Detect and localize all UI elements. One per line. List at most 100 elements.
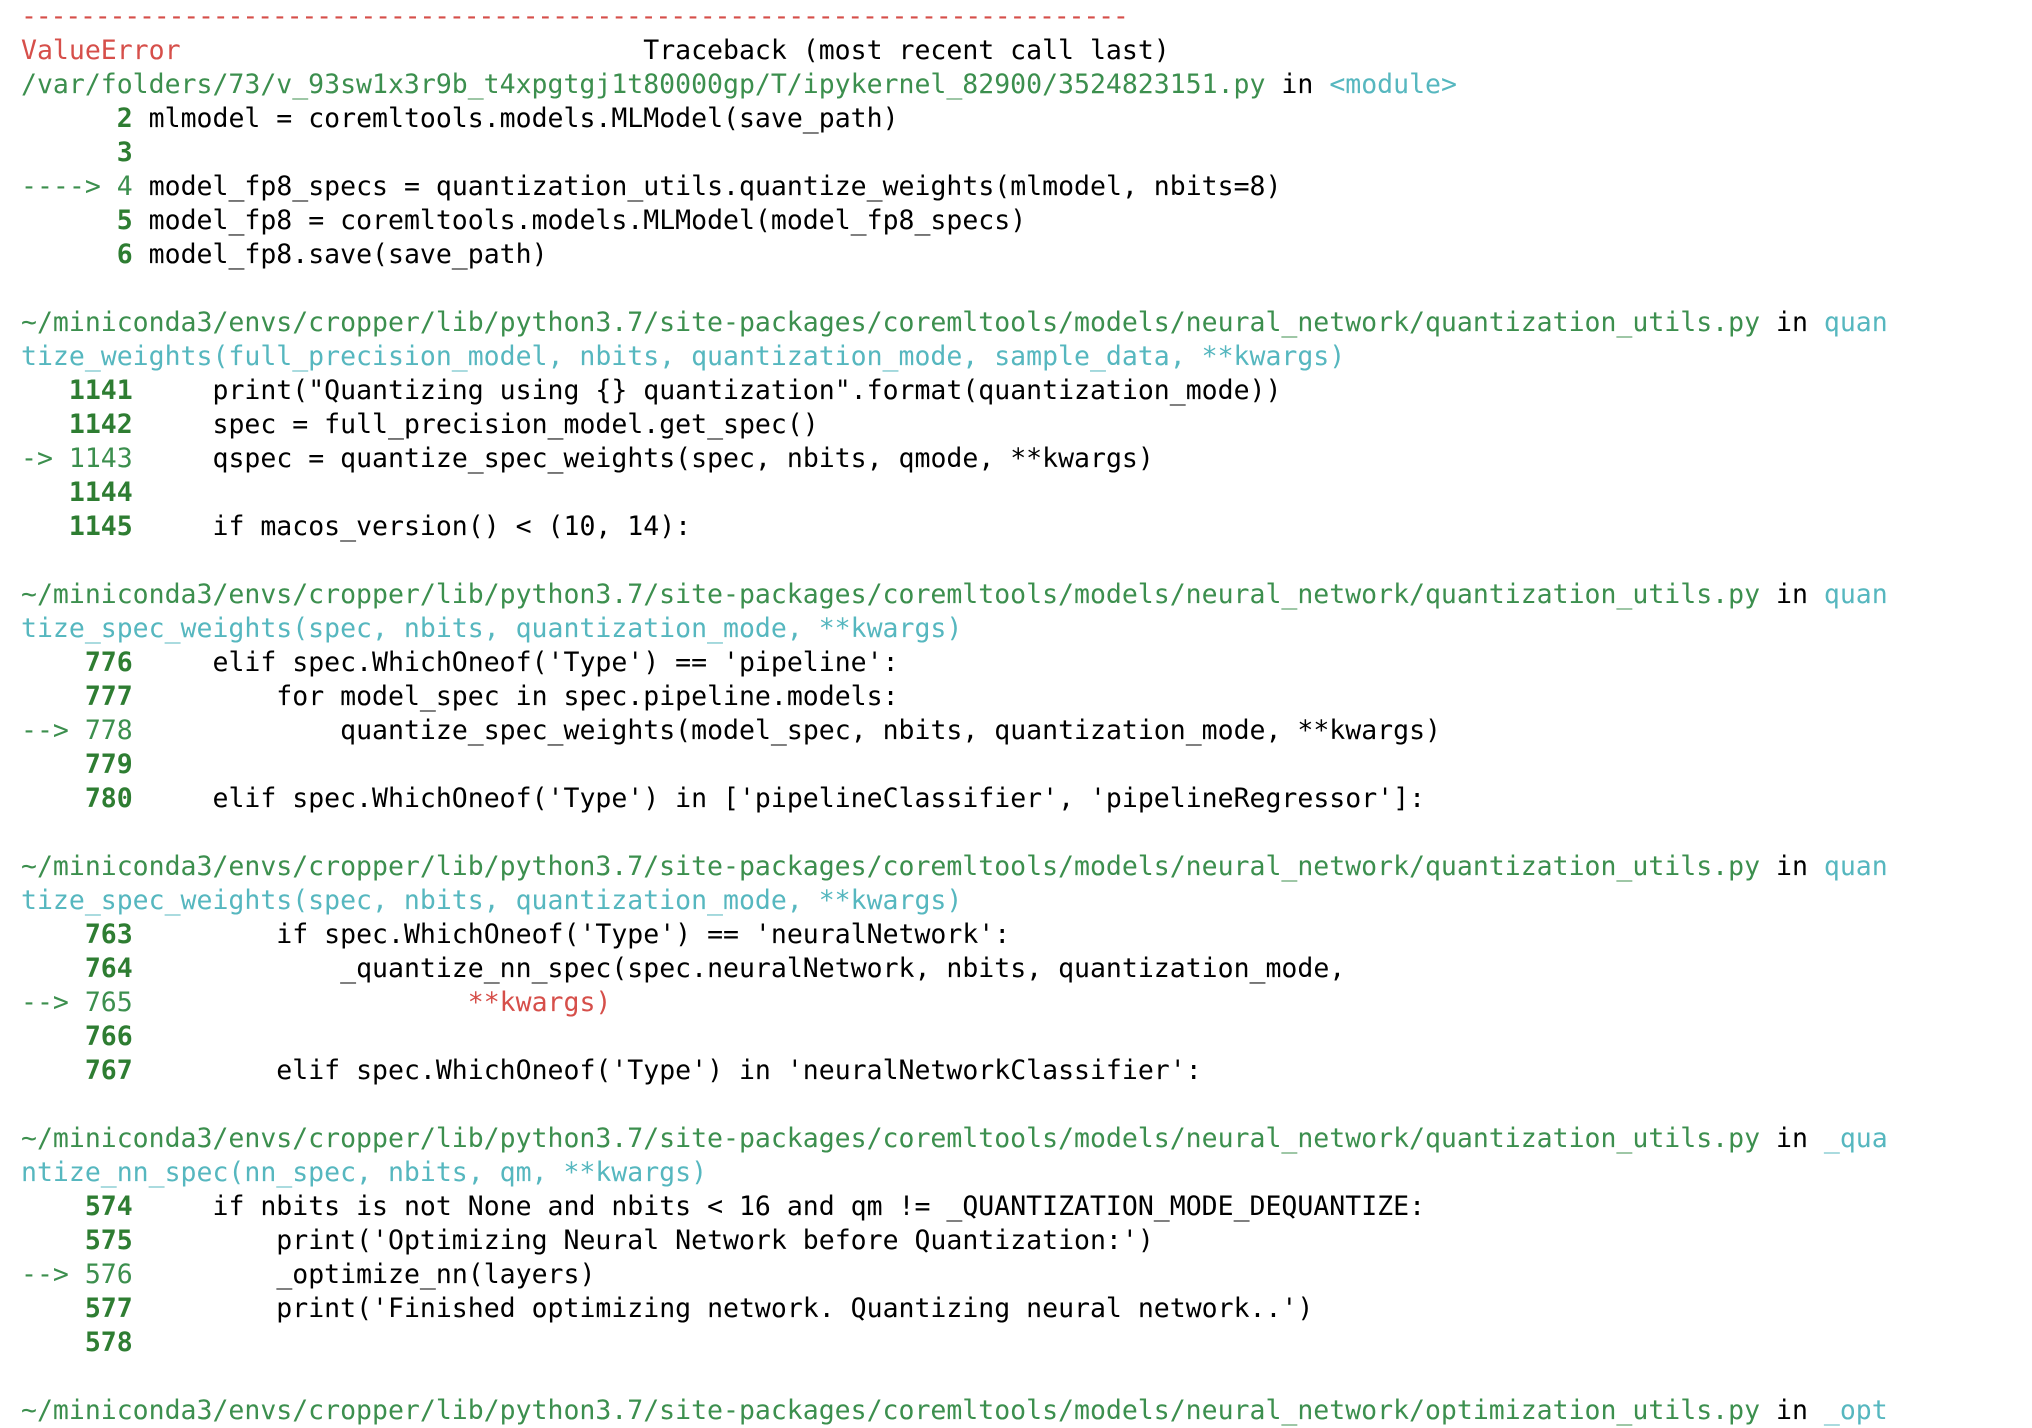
frame-5-file: ~/miniconda3/envs/cropper/lib/python3.7/… bbox=[21, 1395, 1761, 1426]
frame-2-file: ~/miniconda3/envs/cropper/lib/python3.7/… bbox=[21, 579, 1761, 610]
frame-0-location: /var/folders/73/v_93sw1x3r9b_t4xpgtgj1t8… bbox=[21, 68, 2011, 102]
error-type: ValueError bbox=[21, 35, 181, 66]
line-number: 766 bbox=[84, 1021, 133, 1052]
frame-4-function: _qua bbox=[1823, 1123, 1888, 1154]
code-text: for model_spec in spec.pipeline.models: bbox=[148, 681, 899, 712]
frame-1-line-1141: 1141 print("Quantizing using {} quantiza… bbox=[21, 374, 2011, 408]
frame-4-location: ~/miniconda3/envs/cropper/lib/python3.7/… bbox=[21, 1122, 2011, 1156]
line-number: 577 bbox=[84, 1293, 133, 1324]
frame-5-in: in bbox=[1776, 1395, 1808, 1426]
code-text: model_fp8 = coremltools.models.MLModel(m… bbox=[148, 205, 1027, 236]
frame-3-line-767: 767 elif spec.WhichOneof('Type') in 'neu… bbox=[21, 1054, 2011, 1088]
current-line-arrow: ----> bbox=[21, 171, 101, 202]
line-number: 1143 bbox=[68, 443, 133, 474]
frame-5-function: _opt bbox=[1823, 1395, 1888, 1426]
frame-1-signature: tize_weights(full_precision_model, nbits… bbox=[21, 340, 2011, 374]
code-text: mlmodel = coremltools.models.MLModel(sav… bbox=[148, 103, 899, 134]
code-text: print("Quantizing using {} quantization"… bbox=[148, 375, 1282, 406]
frame-5-location: ~/miniconda3/envs/cropper/lib/python3.7/… bbox=[21, 1394, 2011, 1428]
frame-1-function: quan bbox=[1823, 307, 1888, 338]
line-number: 1145 bbox=[68, 511, 133, 542]
line-number: 764 bbox=[84, 953, 133, 984]
frame-2-line-776: 776 elif spec.WhichOneof('Type') == 'pip… bbox=[21, 646, 2011, 680]
frame-1-location: ~/miniconda3/envs/cropper/lib/python3.7/… bbox=[21, 306, 2011, 340]
line-number: 574 bbox=[84, 1191, 133, 1222]
frame-2-function: quan bbox=[1823, 579, 1888, 610]
line-number: 4 bbox=[116, 171, 133, 202]
line-number: 578 bbox=[84, 1327, 133, 1358]
frame-3-file: ~/miniconda3/envs/cropper/lib/python3.7/… bbox=[21, 851, 1761, 882]
frame-4-line-574: 574 if nbits is not None and nbits < 16 … bbox=[21, 1190, 2011, 1224]
line-number: 763 bbox=[84, 919, 133, 950]
current-line-arrow: -> bbox=[21, 443, 53, 474]
code-text: if nbits is not None and nbits < 16 and … bbox=[148, 1191, 1426, 1222]
frame-4-signature: ntize_nn_spec(nn_spec, nbits, qm, **kwar… bbox=[21, 1156, 2011, 1190]
frame-1-line-1142: 1142 spec = full_precision_model.get_spe… bbox=[21, 408, 2011, 442]
current-line-arrow: --> bbox=[21, 987, 69, 1018]
current-line-arrow: --> bbox=[21, 1259, 69, 1290]
code-text: model_fp8.save(save_path) bbox=[148, 239, 548, 270]
frame-2-line-779: 779 bbox=[21, 748, 2011, 782]
line-number: 1141 bbox=[68, 375, 133, 406]
frame-2-line-777: 777 for model_spec in spec.pipeline.mode… bbox=[21, 680, 2011, 714]
frame-0-line-5: 5 model_fp8 = coremltools.models.MLModel… bbox=[21, 204, 2011, 238]
frame-3-function: quan bbox=[1823, 851, 1888, 882]
frame-3-location: ~/miniconda3/envs/cropper/lib/python3.7/… bbox=[21, 850, 2011, 884]
frame-3-signature: tize_spec_weights(spec, nbits, quantizat… bbox=[21, 884, 2011, 918]
traceback-header: Traceback (most recent call last) bbox=[643, 35, 1170, 66]
frame-3-in: in bbox=[1776, 851, 1808, 882]
frame-0-line-2: 2 mlmodel = coremltools.models.MLModel(s… bbox=[21, 102, 2011, 136]
frame-4-file: ~/miniconda3/envs/cropper/lib/python3.7/… bbox=[21, 1123, 1761, 1154]
code-text: elif spec.WhichOneof('Type') in ['pipeli… bbox=[148, 783, 1426, 814]
line-number: 778 bbox=[84, 715, 133, 746]
code-text: print('Optimizing Neural Network before … bbox=[148, 1225, 1154, 1256]
code-text: model_fp8_specs = quantization_utils.qua… bbox=[148, 171, 1282, 202]
line-number: 777 bbox=[84, 681, 133, 712]
frame-2-function-cont: tize_spec_weights(spec, nbits, quantizat… bbox=[21, 613, 963, 644]
frame-4-line-578: 578 bbox=[21, 1326, 2011, 1360]
frame-2-location: ~/miniconda3/envs/cropper/lib/python3.7/… bbox=[21, 578, 2011, 612]
line-number: 765 bbox=[84, 987, 133, 1018]
line-number: 1142 bbox=[68, 409, 133, 440]
line-number: 767 bbox=[84, 1055, 133, 1086]
frame-0-line-3: 3 bbox=[21, 136, 2011, 170]
frame-1-in: in bbox=[1776, 307, 1808, 338]
line-number: 776 bbox=[84, 647, 133, 678]
frame-4-in: in bbox=[1776, 1123, 1808, 1154]
code-text: _optimize_nn(layers) bbox=[148, 1259, 596, 1290]
frame-0-file: /var/folders/73/v_93sw1x3r9b_t4xpgtgj1t8… bbox=[21, 69, 1266, 100]
traceback-header-line: ValueError Traceback (most recent call l… bbox=[21, 34, 2011, 68]
line-number: 575 bbox=[84, 1225, 133, 1256]
line-number: 1144 bbox=[68, 477, 133, 508]
frame-2-in: in bbox=[1776, 579, 1808, 610]
frame-0-line-6: 6 model_fp8.save(save_path) bbox=[21, 238, 2011, 272]
frame-2-line-778: --> 778 quantize_spec_weights(model_spec… bbox=[21, 714, 2011, 748]
code-text: elif spec.WhichOneof('Type') == 'pipelin… bbox=[148, 647, 899, 678]
line-number: 3 bbox=[116, 137, 133, 168]
frame-3-line-763: 763 if spec.WhichOneof('Type') == 'neura… bbox=[21, 918, 2011, 952]
line-number: 2 bbox=[116, 103, 133, 134]
frame-1-line-1143: -> 1143 qspec = quantize_spec_weights(sp… bbox=[21, 442, 2011, 476]
frame-4-line-575: 575 print('Optimizing Neural Network bef… bbox=[21, 1224, 2011, 1258]
frame-0-in: in bbox=[1281, 69, 1314, 100]
frame-2-line-780: 780 elif spec.WhichOneof('Type') in ['pi… bbox=[21, 782, 2011, 816]
line-number: 6 bbox=[116, 239, 133, 270]
frame-3-line-766: 766 bbox=[21, 1020, 2011, 1054]
frame-0-line-4: ----> 4 model_fp8_specs = quantization_u… bbox=[21, 170, 2011, 204]
code-text: print('Finished optimizing network. Quan… bbox=[148, 1293, 1314, 1324]
frame-4-line-576: --> 576 _optimize_nn(layers) bbox=[21, 1258, 2011, 1292]
frame-4-line-577: 577 print('Finished optimizing network. … bbox=[21, 1292, 2011, 1326]
frame-1-line-1145: 1145 if macos_version() < (10, 14): bbox=[21, 510, 2011, 544]
line-number: 779 bbox=[84, 749, 133, 780]
current-line-arrow: --> bbox=[21, 715, 69, 746]
line-number: 576 bbox=[84, 1259, 133, 1290]
code-text: _quantize_nn_spec(spec.neuralNetwork, nb… bbox=[148, 953, 1346, 984]
code-text: if macos_version() < (10, 14): bbox=[148, 511, 692, 542]
code-text: elif spec.WhichOneof('Type') in 'neuralN… bbox=[148, 1055, 1202, 1086]
line-number: 5 bbox=[116, 205, 133, 236]
